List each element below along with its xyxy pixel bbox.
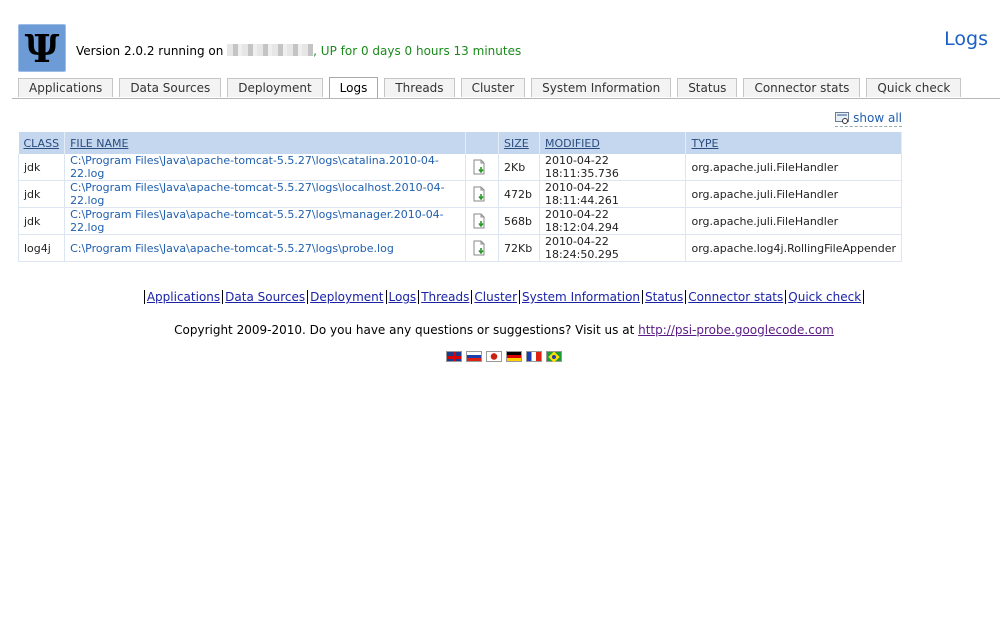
log-size-cell: 2Kb [498, 154, 540, 181]
tab-threads[interactable]: Threads [384, 78, 455, 97]
download-cell [465, 234, 500, 262]
download-icon[interactable] [471, 159, 487, 175]
table-header-row: CLASS FILE NAME SIZE MODIFIED TYPE [18, 132, 902, 154]
version-info: Version 2.0.2 running on , UP for 0 days… [76, 44, 521, 58]
column-header-modified[interactable]: MODIFIED [539, 132, 687, 154]
copyright: Copyright 2009-2010. Do you have any que… [0, 323, 1008, 337]
column-header-file-name[interactable]: FILE NAME [64, 132, 467, 154]
column-header-class[interactable]: CLASS [18, 132, 66, 154]
column-header-download [465, 132, 500, 154]
log-file-link[interactable]: C:\Program Files\Java\apache-tomcat-5.5.… [64, 207, 467, 235]
show-all-icon [835, 112, 850, 124]
log-size-cell: 568b [498, 207, 540, 235]
column-header-size[interactable]: SIZE [498, 132, 540, 154]
hostname-redacted [227, 44, 314, 56]
footer-link-deployment[interactable]: Deployment [307, 290, 386, 304]
tab-bar: Applications Data Sources Deployment Logs Th… [12, 77, 1000, 99]
footer-link-data-sources[interactable]: Data Sources [222, 290, 308, 304]
log-type-cell: org.apache.juli.FileHandler [685, 154, 902, 181]
show-all-label: show all [853, 111, 902, 125]
footer-link-quick-check[interactable]: Quick check [785, 290, 865, 304]
project-link[interactable]: http://psi-probe.googlecode.com [638, 323, 834, 337]
download-icon[interactable] [471, 240, 487, 256]
log-modified-cell: 2010-04-22 18:11:44.261 [539, 180, 687, 208]
flag-fr-icon[interactable] [526, 351, 542, 362]
footer-nav: Applications Data Sources Deployment Logs Th… [0, 290, 1008, 304]
tab-data-sources[interactable]: Data Sources [119, 78, 222, 97]
log-type-cell: org.apache.log4j.RollingFileAppender [685, 234, 902, 262]
download-cell [465, 154, 500, 181]
tab-applications[interactable]: Applications [18, 78, 114, 97]
download-icon[interactable] [471, 186, 487, 202]
log-class-cell: jdk [17, 207, 66, 235]
flag-de-icon[interactable] [506, 351, 522, 362]
log-class-cell: jdk [17, 180, 66, 208]
tab-quick-check[interactable]: Quick check [866, 78, 962, 97]
tab-connector-stats[interactable]: Connector stats [743, 78, 861, 97]
download-icon[interactable] [471, 213, 487, 229]
version-text: Version 2.0.2 running on [76, 44, 228, 58]
download-cell [465, 180, 500, 208]
log-class-cell: jdk [17, 154, 66, 181]
log-modified-cell: 2010-04-22 18:11:35.736 [539, 154, 687, 181]
download-cell [465, 207, 500, 235]
footer-link-connector-stats[interactable]: Connector stats [685, 290, 786, 304]
log-modified-cell: 2010-04-22 18:12:04.294 [539, 207, 687, 235]
table-row: jdk C:\Program Files\Java\apache-tomcat-5… [17, 207, 902, 235]
tab-logs[interactable]: Logs [328, 77, 379, 98]
footer-link-applications[interactable]: Applications [143, 290, 223, 304]
log-class-cell: log4j [17, 234, 66, 262]
table-row: jdk C:\Program Files\Java\apache-tomcat-5… [17, 180, 902, 208]
log-modified-cell: 2010-04-22 18:24:50.295 [539, 234, 687, 262]
table-row: log4j C:\Program Files\Java\apache-tomcat… [17, 234, 902, 262]
tab-status[interactable]: Status [677, 78, 738, 97]
log-file-link[interactable]: C:\Program Files\Java\apache-tomcat-5.5.… [64, 234, 467, 262]
logs-table: CLASS FILE NAME SIZE MODIFIED TYPE jdk C:… [17, 132, 902, 262]
flag-gb-icon[interactable] [446, 351, 462, 362]
footer-link-logs[interactable]: Logs [385, 290, 419, 304]
log-type-cell: org.apache.juli.FileHandler [685, 180, 902, 208]
log-type-cell: org.apache.juli.FileHandler [685, 207, 902, 235]
log-size-cell: 472b [498, 180, 540, 208]
language-flags [446, 351, 566, 363]
flag-ru-icon[interactable] [466, 351, 482, 362]
footer-link-status[interactable]: Status [642, 290, 686, 304]
footer-link-threads[interactable]: Threads [418, 290, 472, 304]
flag-br-icon[interactable] [546, 351, 562, 362]
page-title: Logs [944, 28, 988, 50]
log-file-link[interactable]: C:\Program Files\Java\apache-tomcat-5.5.… [64, 154, 467, 181]
footer-link-cluster[interactable]: Cluster [471, 290, 519, 304]
tab-cluster[interactable]: Cluster [460, 78, 526, 97]
flag-jp-icon[interactable] [486, 351, 502, 362]
footer-link-system-information[interactable]: System Information [519, 290, 643, 304]
header: Ψ Version 2.0.2 running on , UP for 0 da… [18, 24, 988, 74]
copyright-text: Copyright 2009-2010. Do you have any que… [174, 323, 639, 337]
psi-probe-logo: Ψ [18, 24, 66, 72]
table-row: jdk C:\Program Files\Java\apache-tomcat-5… [17, 154, 902, 181]
uptime-text: , UP for 0 days 0 hours 13 minutes [313, 44, 522, 58]
show-all-link[interactable]: show all [835, 111, 902, 127]
column-header-type[interactable]: TYPE [685, 132, 902, 154]
tab-system-information[interactable]: System Information [531, 78, 672, 97]
tab-deployment[interactable]: Deployment [227, 78, 323, 97]
log-file-link[interactable]: C:\Program Files\Java\apache-tomcat-5.5.… [64, 180, 467, 208]
log-size-cell: 72Kb [498, 234, 540, 262]
